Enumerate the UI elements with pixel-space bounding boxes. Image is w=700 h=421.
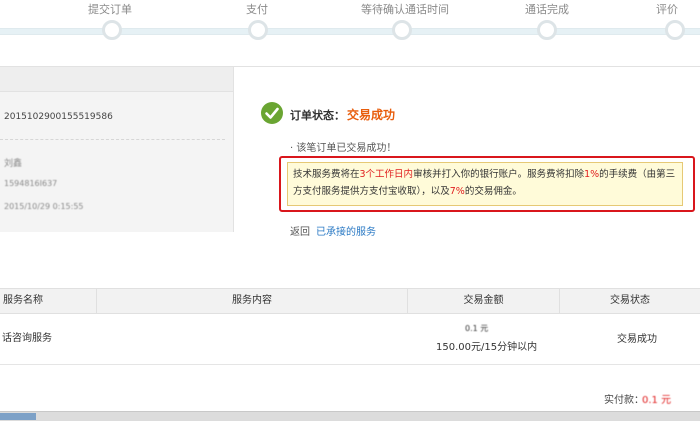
column-header-service-content: 服务内容: [97, 289, 408, 313]
paid-label: 实付款：: [604, 395, 644, 406]
notice-highlight: 1%: [584, 169, 600, 180]
back-row: 返回 已承接的服务: [290, 223, 376, 238]
step-dot-rate: [665, 20, 685, 40]
step-dot-submit: [102, 20, 122, 40]
progress-steps: 提交订单 支付 等待确认通话时间 通话完成 评价: [0, 0, 700, 62]
column-header-amount: 交易金额: [408, 289, 560, 313]
notice-text: 的交易佣金。: [464, 186, 522, 197]
paid-value: 0.1 元: [642, 395, 672, 406]
scrollbar-thumb[interactable]: [0, 413, 36, 420]
step-label-call-done: 通话完成: [525, 3, 569, 16]
order-info-header: [0, 67, 233, 92]
back-prefix: 返回: [290, 227, 310, 238]
column-header-status: 交易状态: [610, 295, 650, 306]
status-cell: 交易成功: [617, 334, 657, 345]
step-dot-call-done: [537, 20, 557, 40]
column-header-service-name: 服务名称: [0, 289, 97, 313]
amount-cell-top: 0.1 元: [465, 324, 489, 333]
notice-highlight: 7%: [449, 186, 465, 197]
divider: [0, 364, 700, 365]
order-info-panel: 2015102900155519586 刘鑫 1594816I637 2015/…: [0, 67, 234, 232]
service-fee-notice: 技术服务费将在3个工作日内审核并打入你的银行账户。服务费将扣除1%的手续费（由第…: [287, 162, 683, 206]
amount-cell: 150.00元/15分钟以内: [436, 342, 538, 353]
step-label-rate: 评价: [656, 3, 678, 16]
accepted-services-link[interactable]: 已承接的服务: [316, 227, 376, 238]
order-number: 2015102900155519586: [4, 112, 113, 122]
order-time: 2015/10/29 0:15:55: [4, 202, 84, 211]
notice-text: 审核并打入你的银行账户。服务费将扣除: [413, 169, 585, 180]
success-message: · 该笔订单已交易成功！: [290, 143, 397, 154]
contact-name: 刘鑫: [4, 159, 23, 169]
service-name-cell: 话咨询服务: [2, 333, 52, 344]
order-status-label: 订单状态：: [290, 109, 345, 122]
notice-text: 技术服务费将在: [293, 169, 360, 180]
notice-highlight: 3个工作日内: [359, 169, 414, 180]
check-icon: [261, 102, 283, 124]
step-label-submit: 提交订单: [88, 3, 132, 16]
step-dot-confirm-time: [392, 20, 412, 40]
step-label-pay: 支付: [246, 3, 268, 16]
table-header: 服务名称 服务内容 交易金额 交易状态: [0, 288, 700, 314]
divider: [0, 139, 225, 140]
order-status-value: 交易成功: [347, 108, 396, 122]
contact-phone: 1594816I637: [4, 179, 58, 188]
step-label-confirm-time: 等待确认通话时间: [361, 3, 449, 16]
step-dot-pay: [248, 20, 268, 40]
